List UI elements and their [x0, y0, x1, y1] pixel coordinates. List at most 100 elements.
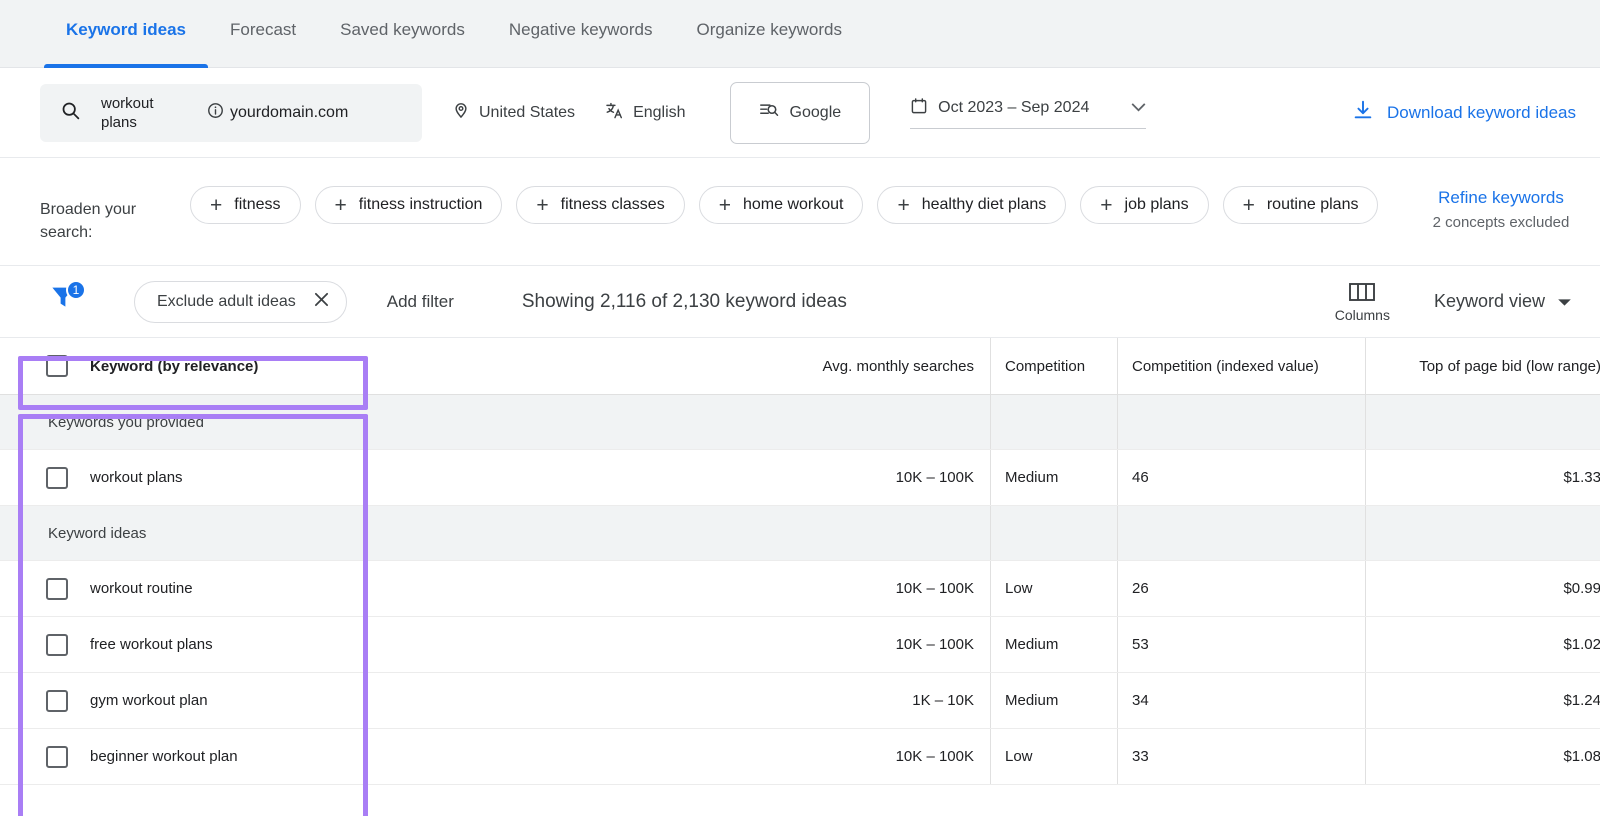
group-spacer: [1117, 395, 1365, 449]
chip-label: fitness: [234, 196, 281, 213]
column-header-bid-low[interactable]: Top of page bid (low range): [1365, 338, 1600, 394]
keyword-text: beginner workout plan: [90, 748, 238, 765]
refine-excluded-count: 2 concepts excluded: [1432, 214, 1570, 231]
network-label: Google: [789, 103, 842, 121]
broaden-chip-job-plans[interactable]: + job plans: [1080, 186, 1209, 224]
columns-icon: [1349, 282, 1376, 301]
plus-icon: +: [897, 193, 910, 217]
chevron-down-icon: [1557, 291, 1572, 312]
view-label: Keyword view: [1433, 291, 1545, 311]
close-icon[interactable]: [314, 292, 329, 312]
group-spacer: [990, 395, 1117, 449]
plus-icon: +: [1100, 193, 1113, 217]
add-filter-button[interactable]: Add filter: [387, 292, 454, 312]
location-label: United States: [479, 103, 576, 121]
active-filter-label: Exclude adult ideas: [157, 292, 296, 310]
table-header-row: Keyword (by relevance) Avg. monthly sear…: [0, 338, 1600, 395]
broaden-chip-fitness-classes[interactable]: + fitness classes: [516, 186, 685, 224]
table-row[interactable]: beginner workout plan 10K – 100K Low 33 …: [0, 729, 1600, 785]
table-row[interactable]: free workout plans 10K – 100K Medium 53 …: [0, 617, 1600, 673]
date-range-selector[interactable]: Oct 2023 – Sep 2024: [910, 97, 1147, 129]
group-spacer: [1365, 395, 1600, 449]
cell-bid-low: $0.99: [1365, 561, 1600, 616]
broaden-chip-fitness[interactable]: + fitness: [190, 186, 301, 224]
cell-avg-monthly-searches: 1K – 10K: [912, 692, 974, 709]
columns-button[interactable]: Columns: [1335, 281, 1390, 323]
seed-domain[interactable]: yourdomain.com: [207, 102, 348, 124]
cell-avg-monthly-searches: 10K – 100K: [895, 580, 974, 597]
tab-label: Forecast: [230, 20, 297, 39]
cell-competition: Medium: [990, 673, 1117, 728]
cell-competition-indexed: 34: [1117, 673, 1365, 728]
cell-keyword: free workout plans: [0, 617, 700, 672]
tab-keyword-ideas[interactable]: Keyword ideas: [44, 0, 208, 68]
cell-competition-indexed: 33: [1117, 729, 1365, 784]
table-row[interactable]: workout plans 10K – 100K Medium 46 $1.33…: [0, 450, 1600, 506]
network-selector[interactable]: Google: [729, 81, 871, 144]
cell-competition-indexed: 53: [1117, 617, 1365, 672]
broaden-chip-fitness-instruction[interactable]: + fitness instruction: [314, 186, 503, 224]
group-spacer: [990, 506, 1117, 560]
keyword-text: free workout plans: [90, 636, 213, 653]
row-checkbox[interactable]: [46, 577, 68, 600]
table-row[interactable]: workout routine 10K – 100K Low 26 $0.99 …: [0, 561, 1600, 617]
calendar-icon: [910, 97, 928, 120]
cell-keyword: workout routine: [0, 561, 700, 616]
active-filter-chip[interactable]: Exclude adult ideas: [134, 280, 347, 323]
plus-icon: +: [1242, 193, 1255, 217]
group-spacer: [1117, 506, 1365, 560]
row-checkbox[interactable]: [46, 745, 68, 768]
broaden-chip-home-workout[interactable]: + home workout: [698, 186, 864, 224]
tab-label: Saved keywords: [340, 20, 465, 39]
keyword-text: workout routine: [90, 580, 193, 597]
select-all-checkbox[interactable]: [46, 355, 68, 377]
tab-negative-keywords[interactable]: Negative keywords: [487, 0, 675, 68]
row-checkbox[interactable]: [46, 633, 68, 656]
language-label: English: [633, 103, 686, 121]
view-selector[interactable]: Keyword view: [1434, 291, 1572, 312]
cell-bid-low: $1.02: [1365, 617, 1600, 672]
group-title: Keyword ideas: [48, 524, 147, 542]
seed-keyword-box[interactable]: workout plans yourdomain.com: [40, 83, 422, 142]
tab-saved-keywords[interactable]: Saved keywords: [318, 0, 487, 68]
cell-competition: Low: [990, 561, 1117, 616]
info-icon: [207, 102, 224, 124]
broaden-chip-healthy-diet-plans[interactable]: + healthy diet plans: [877, 186, 1067, 224]
tab-forecast[interactable]: Forecast: [208, 0, 318, 68]
chip-label: routine plans: [1266, 196, 1359, 213]
language-selector[interactable]: English: [605, 101, 686, 125]
download-keyword-ideas-button[interactable]: Download keyword ideas: [1352, 99, 1576, 126]
column-header-label: Avg. monthly searches: [822, 357, 974, 375]
location-selector[interactable]: United States: [452, 101, 575, 124]
tab-organize-keywords[interactable]: Organize keywords: [675, 0, 865, 68]
column-header-label: Competition: [1005, 357, 1086, 375]
row-checkbox[interactable]: [46, 466, 68, 489]
search-icon: [60, 100, 81, 126]
column-header-label: Top of page bid (low range): [1419, 357, 1600, 375]
tab-label: Negative keywords: [508, 20, 653, 39]
chip-label: job plans: [1124, 196, 1189, 213]
column-header-competition[interactable]: Competition: [990, 338, 1117, 394]
table-header: Keyword (by relevance) Avg. monthly sear…: [0, 338, 1600, 395]
cell-competition: Medium: [990, 450, 1117, 505]
cell-competition: Medium: [990, 617, 1117, 672]
broaden-chip-routine-plans[interactable]: + routine plans: [1222, 186, 1379, 224]
column-header-competition-indexed[interactable]: Competition (indexed value): [1117, 338, 1365, 394]
keyword-results-table: Keyword (by relevance) Avg. monthly sear…: [0, 338, 1600, 785]
filter-funnel-button[interactable]: 1: [48, 279, 90, 322]
search-network-icon: [759, 101, 779, 124]
cell-avg-monthly-searches: 10K – 100K: [895, 636, 974, 653]
column-header-keyword[interactable]: Keyword (by relevance): [0, 338, 700, 394]
refine-keywords-link[interactable]: Refine keywords: [1426, 186, 1576, 210]
seed-keyword-text: workout plans: [101, 94, 154, 131]
group-spacer: [1365, 506, 1600, 560]
chevron-down-icon: [1131, 99, 1146, 117]
table-row[interactable]: gym workout plan 1K – 10K Medium 34 $1.2…: [0, 673, 1600, 729]
chip-label: healthy diet plans: [921, 196, 1047, 213]
tab-label: Keyword ideas: [66, 20, 186, 39]
row-checkbox[interactable]: [46, 689, 68, 712]
group-header-row: Keyword ideas: [0, 506, 1600, 561]
column-header-avg-monthly-searches[interactable]: Avg. monthly searches: [700, 338, 990, 394]
